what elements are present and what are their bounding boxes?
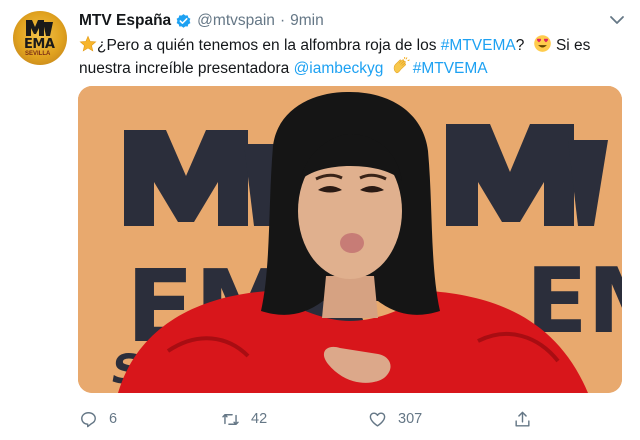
hashtag-link[interactable]: #MTVEMA [441,37,516,54]
heart-eyes-emoji-icon [533,35,551,52]
mention-link[interactable]: @iambeckyg [294,60,384,77]
mtv-logo-icon [26,20,53,36]
hashtag-link[interactable]: #MTVEMA [413,60,488,77]
chevron-down-icon[interactable] [609,14,625,26]
tweet-text-segment: ? [515,37,525,54]
author-handle[interactable]: @mtvspain [197,12,275,30]
verified-badge-icon [176,13,191,28]
tweet-card[interactable]: EMA SEVILLA MTV España @mtvspain · 9min … [0,0,640,440]
avatar-logo-subtext: SEVILLA [25,51,51,57]
tweet-text: ¿Pero a quién tenemos en la alfombra roj… [79,34,619,80]
star-emoji-icon [79,35,97,52]
tweet-timestamp[interactable]: 9min [290,12,324,30]
like-button[interactable]: 307 [368,406,422,432]
share-button[interactable] [513,406,532,432]
avatar[interactable]: EMA SEVILLA [13,11,67,65]
separator-dot: · [279,12,286,29]
avatar-logo-text: EMA [24,37,55,52]
tweet-text-segment: ¿Pero a quién tenemos en la alfombra roj… [97,37,441,54]
reply-icon [81,411,96,427]
heart-icon [369,411,386,427]
tweet-actions: 6 42 307 [79,406,549,432]
author-name[interactable]: MTV España [79,12,171,30]
tweet-text-segment: nuestra increíble presentadora [79,60,294,77]
like-count: 307 [398,411,423,427]
retweet-icon [222,413,239,425]
clapping-hands-emoji-icon [393,57,410,74]
tweet-header: MTV España @mtvspain · 9min [79,11,324,31]
tweet-text-segment: Si es [551,37,591,54]
tweet-text-line-1: ¿Pero a quién tenemos en la alfombra roj… [79,34,619,57]
share-icon [515,411,530,427]
retweet-button[interactable]: 42 [221,406,267,432]
retweet-count: 42 [251,411,268,427]
photo-illustration: EMA SE EMA [78,86,622,393]
reply-button[interactable]: 6 [79,406,117,432]
reply-count: 6 [109,411,118,427]
tweet-media-photo[interactable]: EMA SE EMA [78,86,622,393]
tweet-text-line-2: nuestra increíble presentadora @iambecky… [79,57,619,80]
